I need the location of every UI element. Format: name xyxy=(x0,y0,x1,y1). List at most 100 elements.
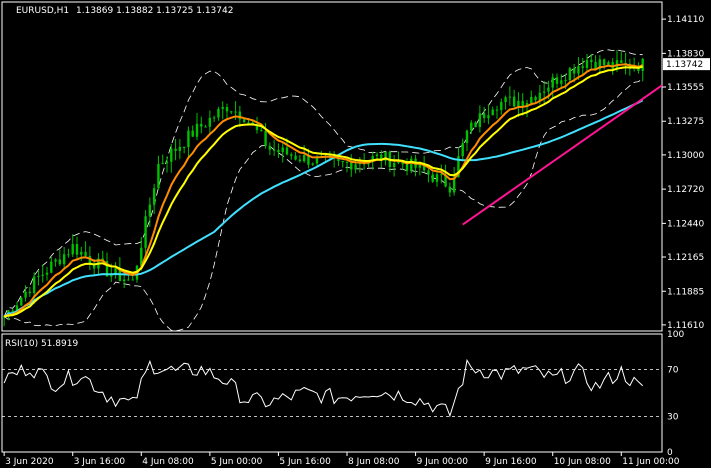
candle-body xyxy=(581,66,584,68)
rsi-tick-label: 30 xyxy=(667,413,679,423)
candle-body xyxy=(461,143,464,157)
candle-body xyxy=(264,131,267,146)
candle-body xyxy=(208,117,212,127)
candle-body xyxy=(187,130,190,147)
candle-body xyxy=(512,96,516,107)
candle-body xyxy=(448,186,452,193)
candle-body xyxy=(465,130,469,144)
time-tick-label: 3 Jun 2020 xyxy=(5,457,54,467)
candle-body xyxy=(285,147,289,155)
candle-body xyxy=(225,107,229,112)
candle-body xyxy=(345,161,349,163)
candle-body xyxy=(504,97,507,103)
candle-body xyxy=(302,154,306,162)
candle-body xyxy=(551,77,554,88)
candle-body xyxy=(607,62,610,66)
candle-body xyxy=(170,148,173,162)
time-tick-label: 10 Jun 08:00 xyxy=(554,457,611,467)
candle-body xyxy=(32,276,36,294)
candle-body xyxy=(45,272,49,275)
candle-body xyxy=(620,60,623,63)
candle-body xyxy=(487,115,490,119)
candle-body xyxy=(405,164,409,171)
trading-chart[interactable]: EURUSD,H1 1.13869 1.13882 1.13725 1.1374… xyxy=(0,0,711,468)
candle-body xyxy=(62,254,66,265)
candle-body xyxy=(234,111,237,113)
candle-body xyxy=(564,80,567,82)
candle-body xyxy=(195,123,199,137)
price-tick-label: 1.13000 xyxy=(667,151,704,161)
candle-body xyxy=(127,279,130,281)
candle-body xyxy=(50,261,53,273)
candle-body xyxy=(547,87,550,92)
candle-body xyxy=(75,244,79,255)
candle-body xyxy=(427,170,430,175)
candle-body xyxy=(20,297,23,306)
time-tick-label: 11 Jun 00:00 xyxy=(622,457,679,467)
candle-body xyxy=(375,154,379,157)
rsi-tick-label: 70 xyxy=(667,365,679,375)
candle-body xyxy=(350,162,353,170)
candle-body xyxy=(572,68,576,74)
candle-body xyxy=(542,91,546,93)
candle-body xyxy=(290,154,293,156)
candle-body xyxy=(277,150,280,153)
candle-body xyxy=(84,251,87,256)
candle-body xyxy=(311,163,314,165)
candle-body xyxy=(247,122,250,124)
candle-body xyxy=(470,122,473,131)
candle-body xyxy=(478,113,482,128)
candle-body xyxy=(80,251,83,255)
candle-body xyxy=(508,96,512,98)
price-tick-label: 1.12165 xyxy=(667,253,704,263)
price-tick-label: 1.11885 xyxy=(667,287,704,297)
candle-body xyxy=(157,163,160,189)
candle-body xyxy=(281,147,284,153)
candle-body xyxy=(37,275,40,277)
candle-body xyxy=(58,259,62,265)
candle-body xyxy=(191,130,194,137)
candle-body xyxy=(354,164,357,170)
candle-body xyxy=(435,174,439,182)
time-tick-label: 8 Jun 08:00 xyxy=(348,457,400,467)
candle-body xyxy=(67,254,70,256)
candle-body xyxy=(217,108,220,118)
candle-body xyxy=(440,174,443,176)
candle-body xyxy=(165,161,169,164)
candle-body xyxy=(491,109,494,116)
candle-body xyxy=(602,59,606,66)
chart-ohlc-label: 1.13869 1.13882 1.13725 1.13742 xyxy=(76,6,233,16)
candle-body xyxy=(178,146,182,151)
candle-body xyxy=(131,279,134,281)
candle-body xyxy=(144,216,147,248)
candle-body xyxy=(122,279,126,282)
candle-body xyxy=(534,96,537,101)
candle-body xyxy=(410,158,413,171)
chart-symbol-label: EURUSD,H1 xyxy=(16,6,69,16)
candle-body xyxy=(161,163,164,165)
candle-body xyxy=(538,92,542,101)
candle-body xyxy=(495,109,499,111)
current-price-label: 1.13742 xyxy=(666,60,703,70)
candle-body xyxy=(555,77,559,84)
candle-body xyxy=(152,188,156,205)
candle-body xyxy=(114,268,117,274)
candle-body xyxy=(585,59,589,68)
rsi-label: RSI(10) 51.8919 xyxy=(5,339,78,349)
candle-body xyxy=(71,244,74,255)
time-tick-label: 5 Jun 00:00 xyxy=(211,457,263,467)
time-tick-label: 4 Jun 08:00 xyxy=(142,457,194,467)
candle-body xyxy=(590,59,593,62)
candle-body xyxy=(212,117,216,119)
candle-body xyxy=(268,145,272,150)
price-tick-label: 1.14110 xyxy=(667,15,704,25)
candle-body xyxy=(392,163,396,168)
time-tick-label: 3 Jun 16:00 xyxy=(74,457,126,467)
candle-body xyxy=(230,111,233,113)
candle-body xyxy=(568,68,572,81)
chart-background xyxy=(0,0,711,468)
candle-body xyxy=(221,107,224,109)
candle-body xyxy=(174,148,177,151)
candle-body xyxy=(41,274,44,276)
candle-body xyxy=(260,130,263,132)
